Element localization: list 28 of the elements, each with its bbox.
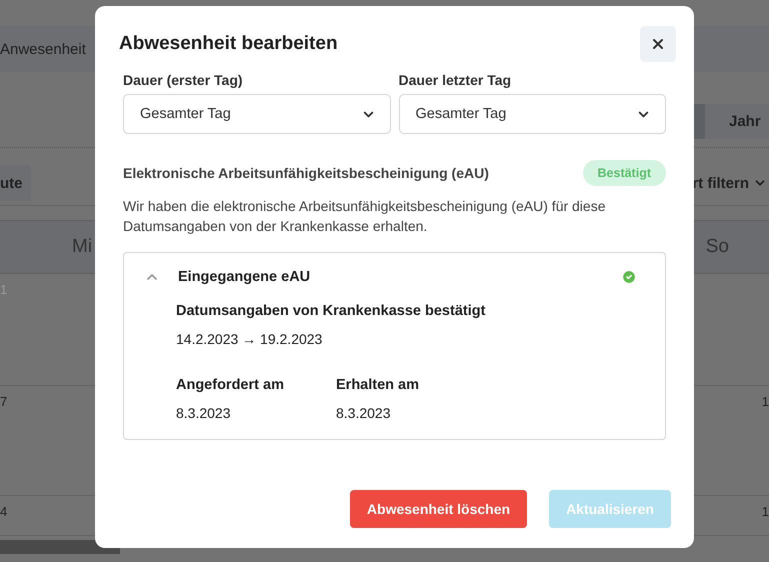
tab[interactable]: Anwesenheit: [0, 40, 86, 58]
status-badge: Bestätigt: [582, 160, 666, 186]
section-title: Elektronische Arbeitsunfähigkeitsbescheinigung (eAU): [123, 165, 489, 181]
duration-select[interactable]: Gesamter Tag: [123, 94, 390, 134]
field-label: Dauer (erster Tag): [123, 72, 244, 88]
detail-value: 8.3.2023: [336, 405, 392, 421]
panel-title: Eingegangene eAU: [178, 269, 312, 285]
close-icon: [650, 36, 666, 52]
date-range: 14.2.2023 → 19.2.2023: [176, 331, 324, 347]
weekday-header: Mi: [72, 236, 92, 258]
detail-label: Erhalten am: [336, 377, 420, 393]
field-label: Dauer letzter Tag: [398, 72, 512, 88]
day-number: 4: [0, 504, 8, 519]
day-number: 7: [0, 394, 8, 409]
duration-select[interactable]: Gesamter Tag: [398, 94, 666, 134]
delete-button[interactable]: Abwesenheit löschen: [350, 490, 528, 528]
dialog-title: Abwesenheit bearbeiten: [119, 33, 338, 55]
detail-label: Angefordert am: [176, 377, 285, 393]
description: Wir haben die elektronische Arbeitsunfähigkeitsbescheinigung (eAU) für diese Datumsangaben von der Krankenkasse erhalten.: [123, 197, 606, 236]
day-number: 1: [762, 394, 769, 409]
weekday-header: So: [706, 236, 729, 258]
close-button[interactable]: [640, 26, 676, 62]
check-icon: [621, 269, 637, 285]
view-button[interactable]: Jahr: [705, 104, 769, 139]
day-number: 1: [762, 504, 769, 519]
button[interactable]: ute: [0, 165, 30, 201]
detail-value: 8.3.2023: [176, 405, 232, 421]
panel-subtitle: Datumsangaben von Krankenkasse bestätigt: [176, 303, 486, 319]
